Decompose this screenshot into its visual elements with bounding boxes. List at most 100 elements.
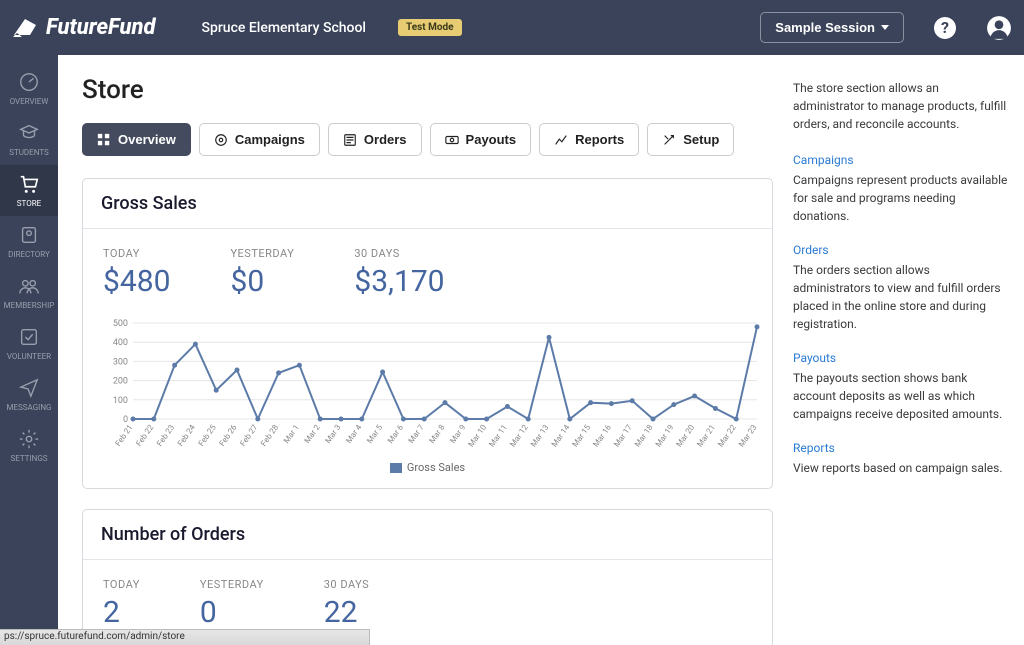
test-mode-badge: Test Mode bbox=[398, 19, 462, 36]
card-title: Number of Orders bbox=[83, 510, 772, 560]
stat-yesterday: YESTERDAY0 bbox=[200, 578, 264, 630]
brand-logo[interactable]: FutureFund bbox=[12, 15, 156, 40]
right-text: The orders section allows administrators… bbox=[793, 261, 1008, 333]
chevron-down-icon bbox=[881, 25, 889, 30]
svg-text:Mar 14: Mar 14 bbox=[550, 423, 572, 449]
sidebar-item-volunteer[interactable]: VOLUNTEER bbox=[0, 318, 58, 369]
help-icon[interactable]: ? bbox=[932, 15, 958, 41]
svg-text:Mar 23: Mar 23 bbox=[737, 423, 759, 449]
svg-text:Mar 1: Mar 1 bbox=[282, 423, 301, 445]
stat-value: 2 bbox=[103, 595, 140, 630]
session-dropdown[interactable]: Sample Session bbox=[760, 12, 904, 43]
tab-row: Overview Campaigns Orders Payouts Report… bbox=[82, 123, 773, 156]
sidebar-item-membership[interactable]: MEMBERSHIP bbox=[0, 267, 58, 318]
svg-text:Mar 7: Mar 7 bbox=[407, 423, 426, 445]
legend-label: Gross Sales bbox=[407, 461, 465, 474]
right-text: Campaigns represent products available f… bbox=[793, 171, 1008, 225]
svg-text:Mar 13: Mar 13 bbox=[529, 423, 551, 449]
svg-text:Mar 11: Mar 11 bbox=[487, 423, 509, 449]
stat-label: 30 DAYS bbox=[354, 247, 444, 260]
topbar: FutureFund Spruce Elementary School Test… bbox=[0, 0, 1024, 55]
svg-text:Feb 21: Feb 21 bbox=[113, 423, 134, 448]
stat-label: TODAY bbox=[103, 247, 170, 260]
svg-text:Feb 22: Feb 22 bbox=[134, 423, 155, 448]
tab-label: Setup bbox=[683, 132, 719, 147]
stat-today: TODAY$480 bbox=[103, 247, 170, 299]
stat-30days: 30 DAYS $3,170 bbox=[354, 247, 444, 299]
tab-orders[interactable]: Orders bbox=[328, 123, 422, 156]
svg-text:Mar 17: Mar 17 bbox=[612, 423, 634, 449]
tab-label: Overview bbox=[118, 132, 176, 147]
user-avatar-icon[interactable] bbox=[986, 15, 1012, 41]
right-text: The payouts section shows bank account d… bbox=[793, 369, 1008, 423]
stat-label: 30 DAYS bbox=[324, 578, 369, 591]
stat-today: TODAY 2 bbox=[103, 578, 140, 630]
sidebar-item-overview[interactable]: OVERVIEW bbox=[0, 63, 58, 114]
stat-value: $3,170 bbox=[354, 264, 444, 299]
stat-30days: 30 DAYS 22 bbox=[324, 578, 369, 630]
right-intro: The store section allows an administrato… bbox=[793, 79, 1008, 133]
tab-overview[interactable]: Overview bbox=[82, 123, 191, 156]
svg-text:Mar 19: Mar 19 bbox=[654, 423, 676, 449]
sidebar-label: VOLUNTEER bbox=[7, 352, 51, 361]
stat-label: TODAY bbox=[103, 578, 140, 591]
svg-text:?: ? bbox=[941, 18, 949, 37]
svg-text:Mar 6: Mar 6 bbox=[386, 423, 405, 445]
svg-text:Mar 18: Mar 18 bbox=[633, 423, 655, 449]
svg-text:200: 200 bbox=[113, 377, 128, 387]
stat-value: $0 bbox=[230, 264, 294, 299]
right-link-campaigns[interactable]: Campaigns bbox=[793, 151, 854, 169]
sidebar-label: OVERVIEW bbox=[10, 97, 49, 106]
stat-value: 22 bbox=[324, 595, 369, 630]
card-title: Gross Sales bbox=[83, 179, 772, 229]
svg-text:Mar 12: Mar 12 bbox=[508, 423, 530, 449]
svg-text:Feb 27: Feb 27 bbox=[238, 423, 259, 448]
svg-text:Feb 25: Feb 25 bbox=[197, 423, 218, 448]
sidebar: OVERVIEW STUDENTS STORE DIRECTORY MEMBER… bbox=[0, 55, 58, 645]
sidebar-label: MEMBERSHIP bbox=[4, 301, 55, 310]
svg-text:Mar 15: Mar 15 bbox=[571, 423, 593, 449]
sidebar-item-store[interactable]: STORE bbox=[0, 165, 58, 216]
sidebar-label: SETTINGS bbox=[10, 454, 47, 463]
status-bar: ps://spruce.futurefund.com/admin/store bbox=[0, 629, 370, 645]
sidebar-label: STUDENTS bbox=[9, 148, 49, 157]
right-link-payouts[interactable]: Payouts bbox=[793, 349, 836, 367]
right-text: View reports based on campaign sales. bbox=[793, 459, 1008, 477]
tab-label: Payouts bbox=[466, 132, 517, 147]
svg-text:Mar 4: Mar 4 bbox=[344, 423, 363, 445]
tab-campaigns[interactable]: Campaigns bbox=[199, 123, 320, 156]
svg-text:Feb 23: Feb 23 bbox=[155, 423, 176, 448]
svg-text:Feb 28: Feb 28 bbox=[259, 423, 280, 448]
svg-text:Mar 21: Mar 21 bbox=[695, 423, 717, 449]
stat-value: 0 bbox=[200, 595, 264, 630]
tab-setup[interactable]: Setup bbox=[647, 123, 734, 156]
sidebar-item-directory[interactable]: DIRECTORY bbox=[0, 216, 58, 267]
svg-text:300: 300 bbox=[113, 357, 128, 367]
tab-label: Reports bbox=[575, 132, 624, 147]
page-title: Store bbox=[82, 75, 773, 105]
school-name: Spruce Elementary School bbox=[202, 20, 366, 36]
svg-text:500: 500 bbox=[113, 319, 128, 329]
right-link-reports[interactable]: Reports bbox=[793, 439, 835, 457]
sidebar-item-settings[interactable]: SETTINGS bbox=[0, 420, 58, 471]
sidebar-item-students[interactable]: STUDENTS bbox=[0, 114, 58, 165]
svg-text:Mar 5: Mar 5 bbox=[365, 423, 384, 445]
sidebar-label: DIRECTORY bbox=[8, 250, 50, 259]
orders-card: Number of Orders TODAY 2 YESTERDAY0 30 DA… bbox=[82, 509, 773, 645]
session-label: Sample Session bbox=[775, 20, 875, 35]
right-link-orders[interactable]: Orders bbox=[793, 241, 829, 259]
tab-label: Orders bbox=[364, 132, 407, 147]
svg-text:Feb 26: Feb 26 bbox=[217, 423, 238, 448]
sidebar-item-messaging[interactable]: MESSAGING bbox=[0, 369, 58, 420]
svg-text:Mar 2: Mar 2 bbox=[303, 423, 322, 445]
main-area: Store Overview Campaigns Orders Payouts … bbox=[58, 55, 1024, 645]
stat-label: YESTERDAY bbox=[230, 247, 294, 260]
svg-text:Mar 3: Mar 3 bbox=[323, 423, 342, 445]
gross-sales-card: Gross Sales TODAY$480 YESTERDAY $0 30 DAY… bbox=[82, 178, 773, 489]
tab-payouts[interactable]: Payouts bbox=[430, 123, 532, 156]
sidebar-label: STORE bbox=[17, 199, 41, 208]
svg-text:Feb 24: Feb 24 bbox=[176, 423, 197, 448]
legend-swatch-icon bbox=[390, 463, 402, 473]
tab-reports[interactable]: Reports bbox=[539, 123, 639, 156]
svg-text:Mar 20: Mar 20 bbox=[675, 423, 697, 449]
